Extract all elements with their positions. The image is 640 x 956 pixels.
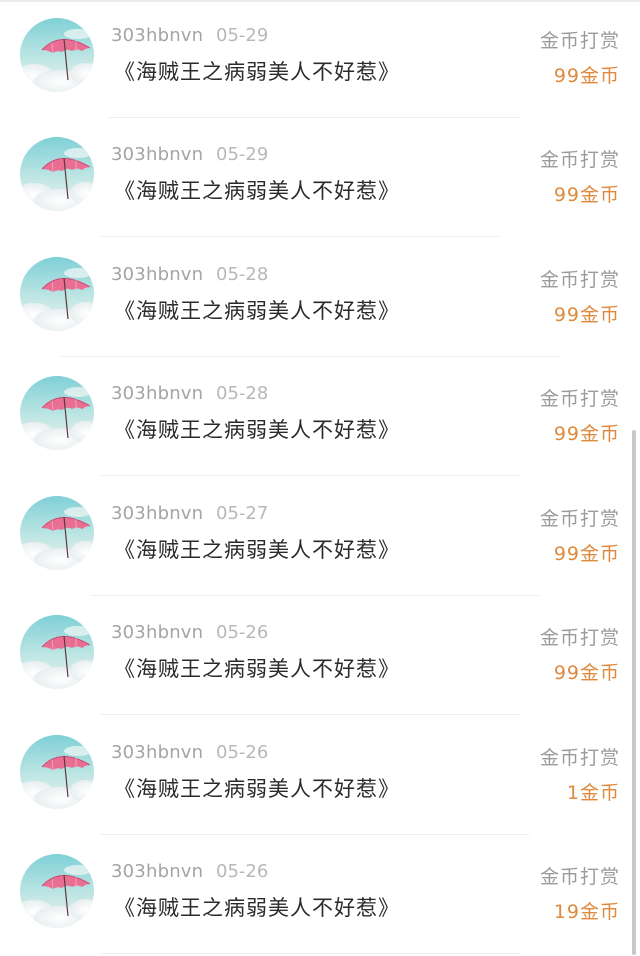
book-title[interactable]: 《海贼王之病弱美人不好惹》 — [114, 653, 400, 683]
umbrella-sky-icon — [20, 496, 94, 570]
reward-type: 金币打赏 — [539, 866, 620, 888]
avatar[interactable] — [20, 376, 94, 450]
reward-list-item[interactable]: 303hbnvn 05-26 《海贼王之病弱美人不好惹》 金币打赏 1金币 — [0, 717, 640, 837]
scrollbar[interactable] — [632, 430, 636, 955]
umbrella-sky-icon — [20, 854, 94, 928]
avatar[interactable] — [20, 854, 94, 928]
reward-type: 金币打赏 — [539, 388, 620, 410]
book-title[interactable]: 《海贼王之病弱美人不好惹》 — [114, 892, 400, 922]
date: 05-29 — [216, 25, 269, 46]
umbrella-sky-icon — [20, 257, 94, 331]
reward-list-item[interactable]: 303hbnvn 05-28 《海贼王之病弱美人不好惹》 金币打赏 99金币 — [0, 239, 640, 359]
reward-type: 金币打赏 — [539, 30, 620, 52]
book-title[interactable]: 《海贼王之病弱美人不好惹》 — [114, 534, 400, 564]
avatar[interactable] — [20, 18, 94, 92]
reward-type: 金币打赏 — [539, 269, 620, 291]
umbrella-sky-icon — [20, 376, 94, 450]
row-divider — [100, 236, 500, 237]
umbrella-sky-icon — [20, 615, 94, 689]
book-title[interactable]: 《海贼王之病弱美人不好惹》 — [114, 773, 400, 803]
row-divider — [100, 475, 520, 476]
row-divider — [100, 714, 520, 715]
date: 05-26 — [216, 622, 269, 643]
row-divider — [60, 356, 560, 357]
username[interactable]: 303hbnvn — [111, 264, 203, 285]
reward-type: 金币打赏 — [539, 508, 620, 530]
reward-amount: 99金币 — [553, 423, 620, 445]
umbrella-sky-icon — [20, 735, 94, 809]
reward-list-item[interactable]: 303hbnvn 05-26 《海贼王之病弱美人不好惹》 金币打赏 99金币 — [0, 597, 640, 717]
reward-list-item[interactable]: 303hbnvn 05-29 《海贼王之病弱美人不好惹》 金币打赏 99金币 — [0, 119, 640, 239]
date: 05-26 — [216, 742, 269, 763]
reward-list-item[interactable]: 303hbnvn 05-29 《海贼王之病弱美人不好惹》 金币打赏 99金币 — [0, 0, 640, 120]
book-title[interactable]: 《海贼王之病弱美人不好惹》 — [114, 175, 400, 205]
avatar[interactable] — [20, 496, 94, 570]
date: 05-28 — [216, 264, 269, 285]
umbrella-sky-icon — [20, 18, 94, 92]
username[interactable]: 303hbnvn — [111, 622, 203, 643]
row-divider — [108, 117, 520, 118]
reward-list-item[interactable]: 303hbnvn 05-26 《海贼王之病弱美人不好惹》 金币打赏 19金币 — [0, 836, 640, 956]
reward-amount: 19金币 — [553, 901, 620, 923]
avatar[interactable] — [20, 735, 94, 809]
reward-list-item[interactable]: 303hbnvn 05-28 《海贼王之病弱美人不好惹》 金币打赏 99金币 — [0, 358, 640, 478]
umbrella-sky-icon — [20, 137, 94, 211]
date: 05-29 — [216, 144, 269, 165]
row-divider — [90, 595, 540, 596]
reward-type: 金币打赏 — [539, 149, 620, 171]
reward-amount: 99金币 — [553, 65, 620, 87]
reward-amount: 99金币 — [553, 543, 620, 565]
username[interactable]: 303hbnvn — [111, 861, 203, 882]
username[interactable]: 303hbnvn — [111, 144, 203, 165]
username[interactable]: 303hbnvn — [111, 742, 203, 763]
reward-amount: 99金币 — [553, 662, 620, 684]
book-title[interactable]: 《海贼王之病弱美人不好惹》 — [114, 414, 400, 444]
date: 05-26 — [216, 861, 269, 882]
date: 05-28 — [216, 383, 269, 404]
book-title[interactable]: 《海贼王之病弱美人不好惹》 — [114, 295, 400, 325]
avatar[interactable] — [20, 137, 94, 211]
username[interactable]: 303hbnvn — [111, 383, 203, 404]
reward-amount: 1金币 — [566, 782, 620, 804]
row-divider — [100, 834, 530, 835]
row-divider — [100, 953, 520, 954]
book-title[interactable]: 《海贼王之病弱美人不好惹》 — [114, 56, 400, 86]
username[interactable]: 303hbnvn — [111, 25, 203, 46]
username[interactable]: 303hbnvn — [111, 503, 203, 524]
reward-list-item[interactable]: 303hbnvn 05-27 《海贼王之病弱美人不好惹》 金币打赏 99金币 — [0, 478, 640, 598]
avatar[interactable] — [20, 257, 94, 331]
reward-type: 金币打赏 — [539, 747, 620, 769]
avatar[interactable] — [20, 615, 94, 689]
reward-type: 金币打赏 — [539, 627, 620, 649]
reward-amount: 99金币 — [553, 184, 620, 206]
date: 05-27 — [216, 503, 269, 524]
reward-amount: 99金币 — [553, 304, 620, 326]
